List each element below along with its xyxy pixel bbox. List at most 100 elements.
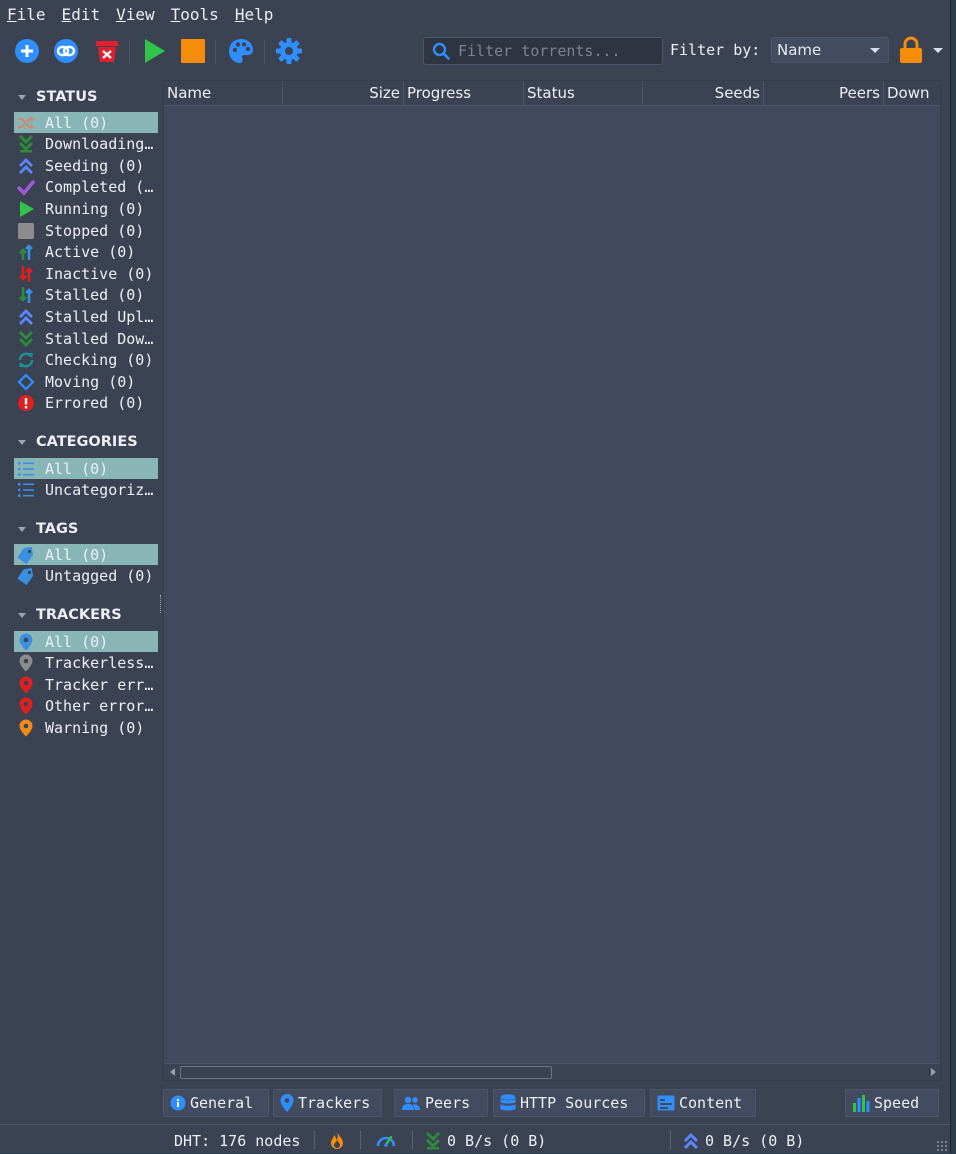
tracker-filter-item[interactable]: Tracker error (0) xyxy=(14,674,158,695)
info-icon xyxy=(170,1095,186,1111)
statusbar-separator xyxy=(314,1131,315,1149)
scroll-left-button[interactable] xyxy=(166,1064,180,1079)
scroll-right-button[interactable] xyxy=(926,1064,940,1079)
status-filter-item-label: All (0) xyxy=(45,113,109,132)
downloading-icon xyxy=(16,135,36,153)
status-section-header[interactable]: STATUS xyxy=(12,87,97,107)
download-speed-status[interactable]: 0 B/s (0 B) xyxy=(425,1132,546,1150)
tracker-filter-item[interactable]: Trackerless (0) xyxy=(14,653,158,674)
tab-content[interactable]: Content xyxy=(650,1089,756,1117)
filter-by-value: Name xyxy=(777,41,822,59)
status-filter-item[interactable]: Inactive (0) xyxy=(14,263,158,284)
tag-filter-item[interactable]: Untagged (0) xyxy=(14,566,158,587)
connection-status[interactable] xyxy=(329,1131,345,1149)
status-bar: DHT: 176 nodes 0 B/s (0 B) 0 B/s (0 B) xyxy=(0,1124,950,1154)
categories-section-header[interactable]: CATEGORIES xyxy=(12,432,138,452)
play-icon xyxy=(145,39,165,63)
status-filter-item[interactable]: Stalled (0) xyxy=(14,285,158,306)
trackers-section-header[interactable]: TRACKERS xyxy=(12,605,122,625)
theme-button[interactable] xyxy=(226,36,256,66)
horizontal-scrollbar[interactable] xyxy=(164,1063,940,1080)
statusbar-separator xyxy=(360,1131,361,1149)
status-filter-item[interactable]: Stalled Downloading (0) xyxy=(14,328,158,349)
status-filter-item[interactable]: All (0) xyxy=(14,112,158,133)
column-header-down-speed[interactable]: Down xyxy=(884,81,940,105)
menu-tools[interactable]: Tools xyxy=(164,5,228,24)
status-filter-item[interactable]: Errored (0) xyxy=(14,393,158,414)
error-icon xyxy=(16,394,36,412)
stalled-down-icon xyxy=(16,330,36,348)
tab-peers[interactable]: Peers xyxy=(394,1089,488,1117)
tracker-filter-item-label: Trackerless (0) xyxy=(45,654,155,673)
scrollbar-thumb[interactable] xyxy=(180,1066,552,1079)
column-header-seeds[interactable]: Seeds xyxy=(643,81,764,105)
inactive-icon xyxy=(16,265,36,283)
filter-search-box[interactable] xyxy=(423,37,663,65)
pin-icon xyxy=(16,676,36,694)
pin-icon xyxy=(16,633,36,651)
play-icon xyxy=(16,200,36,218)
chevron-down-icon xyxy=(870,48,880,53)
stalled-up-icon xyxy=(16,308,36,326)
search-input[interactable] xyxy=(456,41,650,61)
list-icon xyxy=(16,481,36,499)
tab-general[interactable]: General xyxy=(163,1089,269,1117)
upload-speed-status[interactable]: 0 B/s (0 B) xyxy=(683,1132,804,1150)
speedometer-icon xyxy=(376,1135,396,1147)
download-arrows-icon xyxy=(425,1132,441,1150)
tracker-filter-item[interactable]: Warning (0) xyxy=(14,717,158,738)
refresh-icon xyxy=(16,351,36,369)
pause-button[interactable] xyxy=(178,36,208,66)
status-filter-item[interactable]: Stalled Uploading (0) xyxy=(14,306,158,327)
column-header-progress[interactable]: Progress xyxy=(404,81,524,105)
tag-filter-item[interactable]: All (0) xyxy=(14,544,158,565)
status-filter-item[interactable]: Completed (0) xyxy=(14,177,158,198)
column-header-name[interactable]: Name xyxy=(164,81,283,105)
tracker-filter-item[interactable]: All (0) xyxy=(14,631,158,652)
column-header-size[interactable]: Size xyxy=(283,81,404,105)
menu-bar: File Edit View Tools Help xyxy=(0,0,950,28)
status-filter-item[interactable]: Downloading (0) xyxy=(14,134,158,155)
tab-http-sources[interactable]: HTTP Sources xyxy=(493,1089,645,1117)
torrent-list[interactable]: Name Size Progress Status Seeds Peers Do… xyxy=(163,80,941,1081)
status-filter-item-label: Checking (0) xyxy=(45,351,154,370)
resume-button[interactable] xyxy=(139,36,169,66)
status-filter-item[interactable]: Running (0) xyxy=(14,198,158,219)
category-filter-item[interactable]: All (0) xyxy=(14,458,158,479)
tracker-filter-item-label: Warning (0) xyxy=(45,718,145,737)
status-filter-item-label: Errored (0) xyxy=(45,394,145,413)
delete-button[interactable] xyxy=(92,36,122,66)
resize-grip[interactable] xyxy=(936,1140,948,1152)
status-filter-item-label: Stopped (0) xyxy=(45,221,145,240)
tab-trackers[interactable]: Trackers xyxy=(273,1089,382,1117)
tags-section-header[interactable]: TAGS xyxy=(12,519,78,539)
menu-edit[interactable]: Edit xyxy=(55,5,110,24)
status-filter-item-label: Seeding (0) xyxy=(45,156,145,175)
column-header-peers[interactable]: Peers xyxy=(764,81,884,105)
toolbar-separator xyxy=(215,40,216,64)
options-button[interactable] xyxy=(274,36,304,66)
status-filter-item[interactable]: Checking (0) xyxy=(14,350,158,371)
tag-icon xyxy=(16,567,36,586)
filter-by-select[interactable]: Name xyxy=(771,37,889,63)
status-filter-item[interactable]: Moving (0) xyxy=(14,371,158,392)
status-filter-item[interactable]: Active (0) xyxy=(14,242,158,263)
add-torrent-button[interactable] xyxy=(12,36,42,66)
column-header-status[interactable]: Status xyxy=(524,81,643,105)
tab-speed[interactable]: Speed xyxy=(845,1089,939,1117)
category-filter-item[interactable]: Uncategorized (0) xyxy=(14,480,158,501)
pin-icon xyxy=(280,1094,294,1112)
status-filter-item[interactable]: Seeding (0) xyxy=(14,155,158,176)
dht-nodes-label: DHT: 176 nodes xyxy=(174,1132,301,1150)
add-link-button[interactable] xyxy=(51,36,81,66)
speed-limit-toggle[interactable] xyxy=(376,1131,396,1149)
status-filter-item-label: Moving (0) xyxy=(45,372,136,391)
pin-icon xyxy=(16,697,36,715)
status-filter-item[interactable]: Stopped (0) xyxy=(14,220,158,241)
lock-button[interactable] xyxy=(899,36,923,68)
lock-dropdown-icon[interactable] xyxy=(933,48,943,53)
menu-view[interactable]: View xyxy=(109,5,164,24)
menu-help[interactable]: Help xyxy=(228,5,283,24)
tracker-filter-item[interactable]: Other error (0) xyxy=(14,696,158,717)
menu-file[interactable]: File xyxy=(0,5,55,24)
